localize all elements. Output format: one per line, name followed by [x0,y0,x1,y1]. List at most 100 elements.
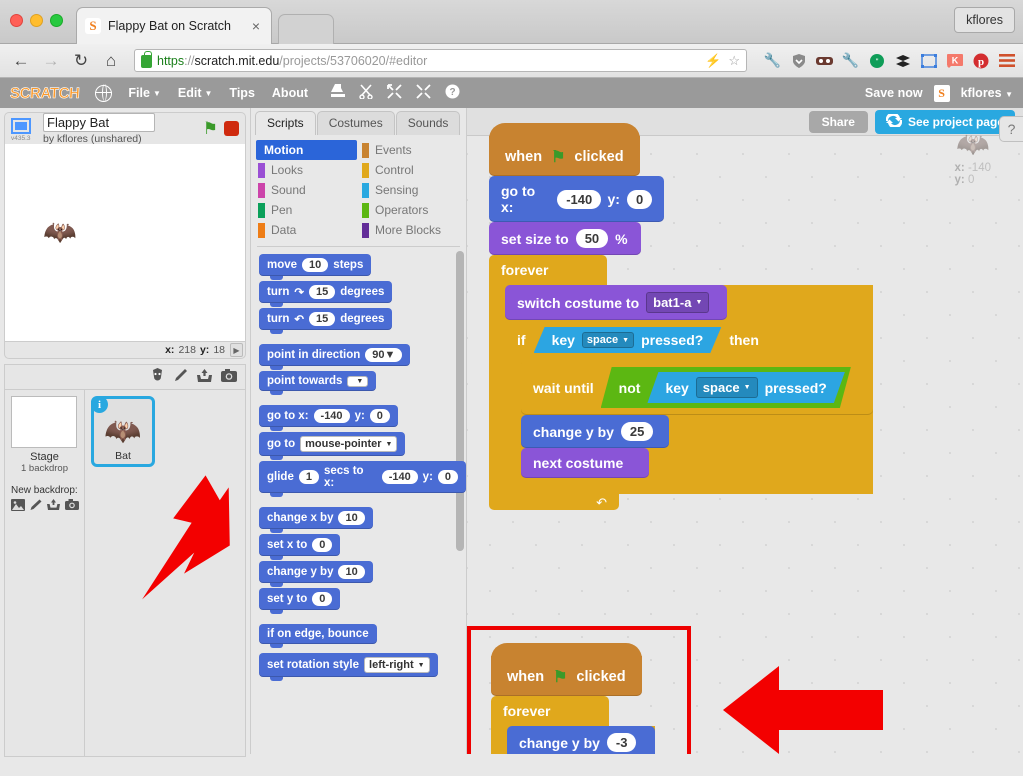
category-sound[interactable]: Sound [256,180,357,200]
block-dropdown-costume[interactable]: bat1-a ▼ [646,292,710,313]
block-input-y[interactable]: 0 [626,189,652,209]
share-button[interactable]: Share [808,110,868,133]
category-operators[interactable]: Operators [360,200,461,220]
layers-icon[interactable] [894,52,911,69]
block-forever[interactable]: forever switch costume to bat1-a ▼ if key… [489,255,873,510]
block-set-size-to[interactable]: set size to 50 % [489,222,641,255]
category-pen[interactable]: Pen [256,200,357,220]
block-input-value[interactable]: 10 [338,511,365,525]
palette-scrollbar[interactable] [456,251,464,551]
user-menu[interactable]: kflores ▼ [961,86,1013,100]
shrink-icon[interactable] [416,84,431,102]
block-input-x[interactable]: -140 [313,409,350,423]
block-if-then[interactable]: if key space▼ pressed? then wait until [505,320,873,494]
block-input-secs[interactable]: 1 [298,470,319,484]
extensions-row[interactable]: 🔧 🔧 " K p [757,52,1015,69]
palette-block-move[interactable]: move 10 steps [259,254,372,280]
block-wait-until[interactable]: wait until not key space ▼ pressed? [521,360,873,415]
scissors-icon[interactable] [359,84,373,102]
category-control[interactable]: Control [360,160,461,180]
block-input-y[interactable]: 0 [437,470,458,484]
block-palette[interactable]: move 10 steps turn ↷ 15 degrees turn ↶ 1… [251,247,466,754]
block-dropdown-target[interactable]: mouse-pointer ▼ [300,436,398,452]
block-input-value[interactable]: 0 [312,592,333,606]
block-input-degrees[interactable]: 15 [309,312,336,326]
block-not[interactable]: not key space ▼ pressed? [601,367,851,408]
upload-icon[interactable] [47,499,60,514]
palette-block-set-y[interactable]: set y to 0 [259,588,341,614]
block-key-pressed[interactable]: key space ▼ pressed? [534,327,722,353]
block-input-change-y[interactable]: 25 [620,422,654,441]
menu-edit[interactable]: Edit ▼ [178,86,213,100]
forever-header-2[interactable]: forever [491,696,609,726]
palette-block-point-towards[interactable]: point towards ▼ [259,371,377,395]
maximize-window-button[interactable] [50,14,63,27]
reload-icon[interactable]: ↻ [68,48,94,74]
block-go-to-xy[interactable]: go to x: -140 y: 0 [489,176,664,222]
stage-resize-handle[interactable]: ▶ [230,343,243,357]
block-when-flag-clicked[interactable]: when ⚑ clicked [489,123,640,176]
block-change-y-by-2[interactable]: change y by -3 [507,726,655,754]
minimize-window-button[interactable] [30,14,43,27]
category-looks[interactable]: Looks [256,160,357,180]
block-forever-2[interactable]: forever change y by -3 ↶ [491,696,655,754]
if-header[interactable]: if key space ▼ pressed? then [505,320,789,360]
globe-icon[interactable] [94,83,113,102]
block-input-x[interactable]: -140 [381,470,418,484]
help-icon[interactable]: ? [445,84,460,102]
stage-thumbnail[interactable] [11,396,77,448]
browser-account-chip[interactable]: kflores [954,7,1015,33]
project-title-input[interactable]: Flappy Bat [43,112,155,132]
menu-tips[interactable]: Tips [229,86,254,100]
home-icon[interactable]: ⌂ [98,48,124,74]
mask-icon[interactable] [816,52,833,69]
upload-icon[interactable] [197,368,212,386]
paint-icon[interactable] [30,499,42,514]
lightning-icon[interactable]: ⚡ [705,53,721,69]
small-stage-button[interactable]: v435.3 [11,117,37,142]
new-sprite-character-icon[interactable] [150,368,165,386]
new-sprite-toolbar[interactable] [5,365,245,390]
shield-icon[interactable] [790,52,807,69]
palette-block-change-x[interactable]: change x by 10 [259,507,373,533]
category-more-blocks[interactable]: More Blocks [360,220,461,240]
menu-icon[interactable] [998,52,1015,69]
block-next-costume[interactable]: next costume [521,448,649,478]
palette-block-go-to-target[interactable]: go to mouse-pointer ▼ [259,432,406,460]
save-now-button[interactable]: Save now [865,86,923,100]
block-input-steps[interactable]: 10 [302,258,329,272]
block-switch-costume-to[interactable]: switch costume to bat1-a ▼ [505,285,727,320]
palette-block-point-in-direction[interactable]: point in direction 90▼ [259,344,411,370]
block-input-value[interactable]: 10 [338,565,365,579]
menu-about[interactable]: About [272,86,308,100]
script-falling[interactable]: when ⚑ clicked forever change y by -3 ↶ [491,643,655,754]
kami-icon[interactable]: K [946,52,963,69]
forever-header[interactable]: forever [489,255,607,285]
block-input-direction[interactable]: 90▼ [365,348,403,362]
hangouts-icon[interactable]: " [868,52,885,69]
block-dropdown-target[interactable]: ▼ [347,375,369,387]
wrench-icon[interactable]: 🔧 [764,52,781,69]
block-key-pressed-2[interactable]: key space ▼ pressed? [647,372,844,403]
camera-icon[interactable] [65,499,79,514]
block-input-degrees[interactable]: 15 [309,285,336,299]
palette-block-glide[interactable]: glide 1 secs to x: -140 y: 0 [259,461,466,497]
camera-icon[interactable] [221,369,237,385]
block-input-x[interactable]: -140 [557,189,601,209]
url-actions[interactable]: ⚡ ☆ [705,53,740,69]
menu-file[interactable]: File ▼ [128,86,160,100]
block-dropdown-rotation-style[interactable]: left-right ▼ [364,657,430,673]
forward-icon[interactable]: → [38,48,64,74]
pinterest-icon[interactable]: p [972,52,989,69]
wrench2-icon[interactable]: 🔧 [842,52,859,69]
window-traffic-lights[interactable] [10,14,63,27]
close-icon[interactable]: × [249,18,263,34]
stop-button[interactable] [224,121,239,136]
script-canvas[interactable]: Share See project page ? 🦇 x: -140 y: 0 … [466,108,1023,754]
palette-block-go-to-xy[interactable]: go to x: -140 y: 0 [259,405,398,431]
block-dropdown-key[interactable]: space ▼ [582,332,634,348]
url-bar[interactable]: https://scratch.mit.edu/projects/5370602… [134,49,747,72]
block-input-value[interactable]: 0 [312,538,333,552]
paint-icon[interactable] [174,368,188,386]
palette-block-set-x[interactable]: set x to 0 [259,534,341,560]
